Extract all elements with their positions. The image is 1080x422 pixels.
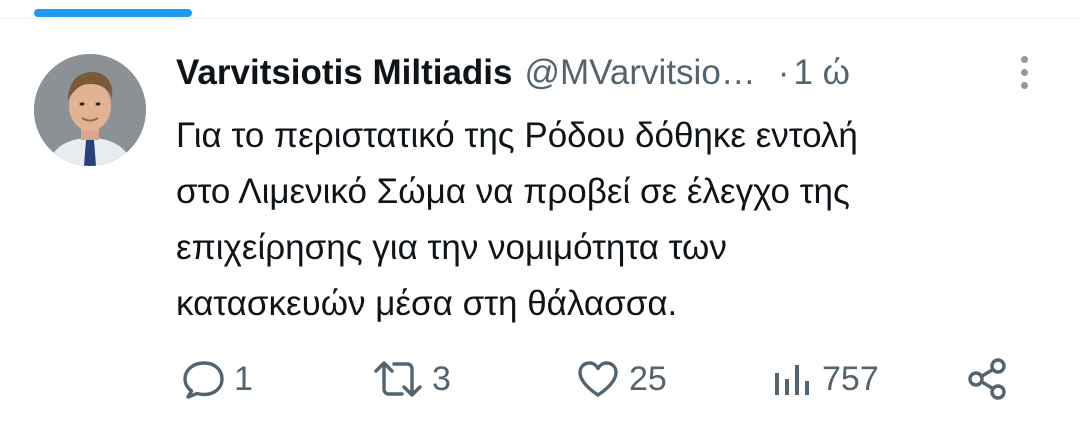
like-count: 25 bbox=[629, 359, 667, 398]
retweet-count: 3 bbox=[432, 359, 451, 398]
share-nodes-icon bbox=[968, 358, 1006, 400]
author-handle[interactable]: @MVarvitsio… bbox=[525, 53, 756, 93]
active-tab-indicator bbox=[34, 9, 192, 17]
like-button[interactable]: 25 bbox=[575, 354, 667, 404]
tab-divider bbox=[0, 18, 1080, 19]
tweet-text: Για το περιστατικό της Ρόδου δόθηκε εντο… bbox=[176, 108, 1056, 332]
tweet-actions: 1 3 25 757 bbox=[0, 354, 1080, 404]
tweet-text-line: επιχείρησης για την νομιμότητα των bbox=[176, 228, 727, 267]
share-button[interactable] bbox=[966, 354, 1008, 404]
tweet-timestamp[interactable]: 1 ώ bbox=[793, 53, 850, 93]
more-vertical-dots-icon[interactable] bbox=[1014, 54, 1038, 90]
retweet-arrows-icon bbox=[374, 361, 422, 397]
views-count: 757 bbox=[822, 359, 879, 398]
reply-bubble-icon bbox=[183, 361, 224, 399]
heart-icon bbox=[578, 361, 618, 397]
tweet-text-line: κατασκευών μέσα στη θάλασσα. bbox=[176, 284, 678, 323]
tweet-text-line: Για το περιστατικό της Ρόδου δόθηκε εντο… bbox=[176, 116, 858, 155]
retweet-button[interactable]: 3 bbox=[372, 354, 451, 404]
author-display-name[interactable]: Varvitsiotis Miltiadis bbox=[176, 53, 513, 93]
avatar-photo bbox=[34, 54, 146, 166]
tweet-header: Varvitsiotis Miltiadis @MVarvitsio… · 1 … bbox=[176, 50, 1056, 96]
reply-count: 1 bbox=[234, 359, 253, 398]
tweet-text-line: στο Λιμενικό Σώμα να προβεί σε έλεγχο τη… bbox=[176, 172, 850, 211]
reply-button[interactable]: 1 bbox=[180, 354, 253, 404]
views-bar-chart-icon bbox=[775, 365, 809, 395]
header-separator: · bbox=[777, 53, 790, 92]
avatar[interactable] bbox=[34, 54, 146, 166]
views-button[interactable]: 757 bbox=[772, 354, 879, 404]
